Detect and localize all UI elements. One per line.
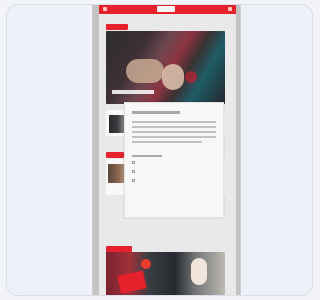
tool-image-detail (185, 71, 197, 83)
cookie-option-checkbox[interactable] (132, 179, 135, 182)
cookie-modal-text-line (132, 131, 216, 133)
cookie-modal-text-line (132, 121, 216, 123)
page-content (99, 14, 236, 295)
mobile-viewport (93, 5, 240, 295)
hand-image-detail (126, 59, 164, 83)
hero-image[interactable] (106, 31, 225, 104)
cookie-option-label (132, 155, 162, 157)
promo-image[interactable] (106, 252, 225, 295)
news-section-label (106, 152, 124, 158)
site-logo[interactable] (157, 6, 175, 12)
red-badge (117, 270, 147, 294)
cookie-option-checkbox[interactable] (132, 161, 135, 164)
cookie-modal-text-line (132, 126, 216, 128)
cookie-option-checkbox[interactable] (132, 170, 135, 173)
profile-icon[interactable] (228, 7, 232, 11)
screenshot-frame (6, 4, 313, 296)
top-navigation-bar (99, 5, 236, 14)
hand-image-detail (162, 64, 184, 90)
person-image (191, 258, 207, 285)
cookie-modal-text-line (132, 141, 202, 143)
signal-light-icon (141, 259, 151, 269)
cookie-consent-modal (124, 102, 224, 295)
section-label (106, 24, 128, 30)
menu-icon[interactable] (103, 7, 107, 11)
cookie-modal-title (132, 111, 180, 114)
cookie-modal-text-line (132, 136, 216, 138)
hero-headline (112, 90, 154, 94)
